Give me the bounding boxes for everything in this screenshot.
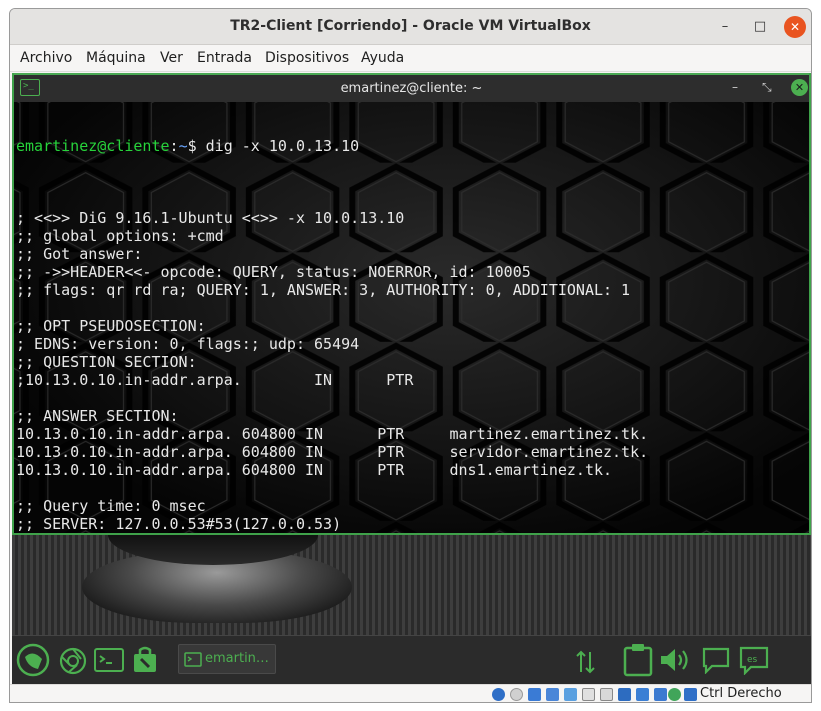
output-line: ;10.13.0.10.in-addr.arpa. IN PTR (16, 371, 414, 389)
shared-folders-icon[interactable] (582, 688, 595, 701)
volume-icon[interactable] (659, 646, 693, 674)
menu-archivo[interactable]: Archivo (20, 50, 72, 66)
dig-output: ; <<>> DiG 9.16.1-Ubuntu <<>> -x 10.0.13… (16, 191, 806, 533)
terminal-output[interactable]: emartinez@cliente:~$ dig -x 10.0.13.10 ;… (16, 101, 806, 533)
cpu-icon[interactable] (636, 688, 649, 701)
minimize-button[interactable]: – (715, 17, 735, 37)
keyboard-layout-icon[interactable]: es (739, 645, 769, 675)
terminal-titlebar[interactable]: >_ emartinez@cliente: ~ – ⤡ ✕ (14, 73, 809, 102)
clipboard-icon[interactable] (623, 643, 653, 677)
browser-icon[interactable] (59, 647, 87, 675)
terminal-close-button[interactable]: ✕ (791, 79, 808, 96)
output-line: ;; flags: qr rd ra; QUERY: 1, ANSWER: 3,… (16, 281, 631, 299)
display-icon[interactable] (600, 688, 613, 701)
audio-icon[interactable] (528, 688, 541, 701)
output-line: 10.13.0.10.in-addr.arpa. 604800 IN PTR d… (16, 461, 613, 479)
host-key-label: Ctrl Derecho (700, 686, 782, 701)
usb-icon[interactable] (564, 688, 577, 701)
menu-icon[interactable] (16, 643, 50, 677)
network-transfer-icon[interactable] (576, 650, 596, 674)
network-icon[interactable] (546, 688, 559, 701)
menu-dispositivos[interactable]: Dispositivos (265, 50, 349, 66)
terminal-title: emartinez@cliente: ~ (340, 81, 483, 96)
output-line: ;; OPT PSEUDOSECTION: (16, 317, 206, 335)
output-line: ;; ->>HEADER<<- opcode: QUERY, status: N… (16, 263, 531, 281)
mouse-integration-icon[interactable] (684, 688, 697, 701)
command-text: dig -x 10.0.13.10 (205, 137, 360, 155)
menu-maquina[interactable]: Máquina (86, 50, 146, 66)
terminal-minimize-button[interactable]: – (732, 80, 738, 94)
output-line: ; <<>> DiG 9.16.1-Ubuntu <<>> -x 10.0.13… (16, 209, 405, 227)
video-capture-icon[interactable] (618, 688, 631, 701)
software-bag-icon[interactable] (132, 646, 158, 674)
window-title: TR2-Client [Corriendo] - Oracle VM Virtu… (230, 18, 591, 34)
optical-drive-icon[interactable] (510, 688, 523, 701)
virtualbox-window: TR2-Client [Corriendo] - Oracle VM Virtu… (9, 8, 812, 703)
output-line: ;; Query time: 0 msec (16, 497, 206, 515)
guest-display[interactable]: >_ emartinez@cliente: ~ – ⤡ ✕ emartinez@… (12, 73, 811, 684)
prompt-path: ~ (178, 137, 188, 155)
output-line: ;; QUESTION SECTION: (16, 353, 197, 371)
prompt-colon: : (169, 137, 179, 155)
menu-ayuda[interactable]: Ayuda (361, 50, 404, 66)
output-line: ;; SERVER: 127.0.0.53#53(127.0.0.53) (16, 515, 342, 533)
guest-additions-icon[interactable] (668, 688, 681, 701)
vbox-statusbar: Ctrl Derecho (10, 684, 811, 702)
notifications-icon[interactable] (702, 646, 730, 674)
output-line: ;; Got answer: (16, 245, 143, 263)
command-line: emartinez@cliente:~$ dig -x 10.0.13.10 (16, 137, 806, 155)
output-line: ;; ANSWER SECTION: (16, 407, 179, 425)
output-line: ; EDNS: version: 0, flags:; udp: 65494 (16, 335, 360, 353)
vtx-icon[interactable] (654, 688, 667, 701)
close-button[interactable]: ✕ (784, 16, 806, 38)
window-titlebar[interactable]: TR2-Client [Corriendo] - Oracle VM Virtu… (10, 9, 811, 45)
keyboard-layout-label: es (747, 655, 758, 665)
taskbar-terminal-button[interactable]: emartin… (178, 644, 276, 674)
taskbar-terminal-label: emartin… (205, 651, 269, 666)
menu-ver[interactable]: Ver (160, 50, 183, 66)
output-line: 10.13.0.10.in-addr.arpa. 604800 IN PTR s… (16, 443, 649, 461)
prompt-user: emartinez@cliente (16, 137, 170, 155)
terminal-launcher-icon[interactable] (94, 648, 124, 672)
prompt-suffix: $ (187, 137, 206, 155)
output-line: 10.13.0.10.in-addr.arpa. 604800 IN PTR m… (16, 425, 649, 443)
menu-entrada[interactable]: Entrada (197, 50, 252, 66)
menubar: Archivo Máquina Ver Entrada Dispositivos… (10, 46, 811, 72)
maximize-button[interactable]: □ (750, 17, 770, 37)
output-line: ;; global options: +cmd (16, 227, 224, 245)
hard-disk-icon[interactable] (492, 688, 505, 701)
desktop-panel: emartin… es (12, 635, 811, 684)
terminal-window[interactable]: >_ emartinez@cliente: ~ – ⤡ ✕ emartinez@… (12, 73, 811, 535)
terminal-restore-button[interactable]: ⤡ (762, 80, 772, 95)
taskbar-terminal-icon (184, 652, 202, 667)
